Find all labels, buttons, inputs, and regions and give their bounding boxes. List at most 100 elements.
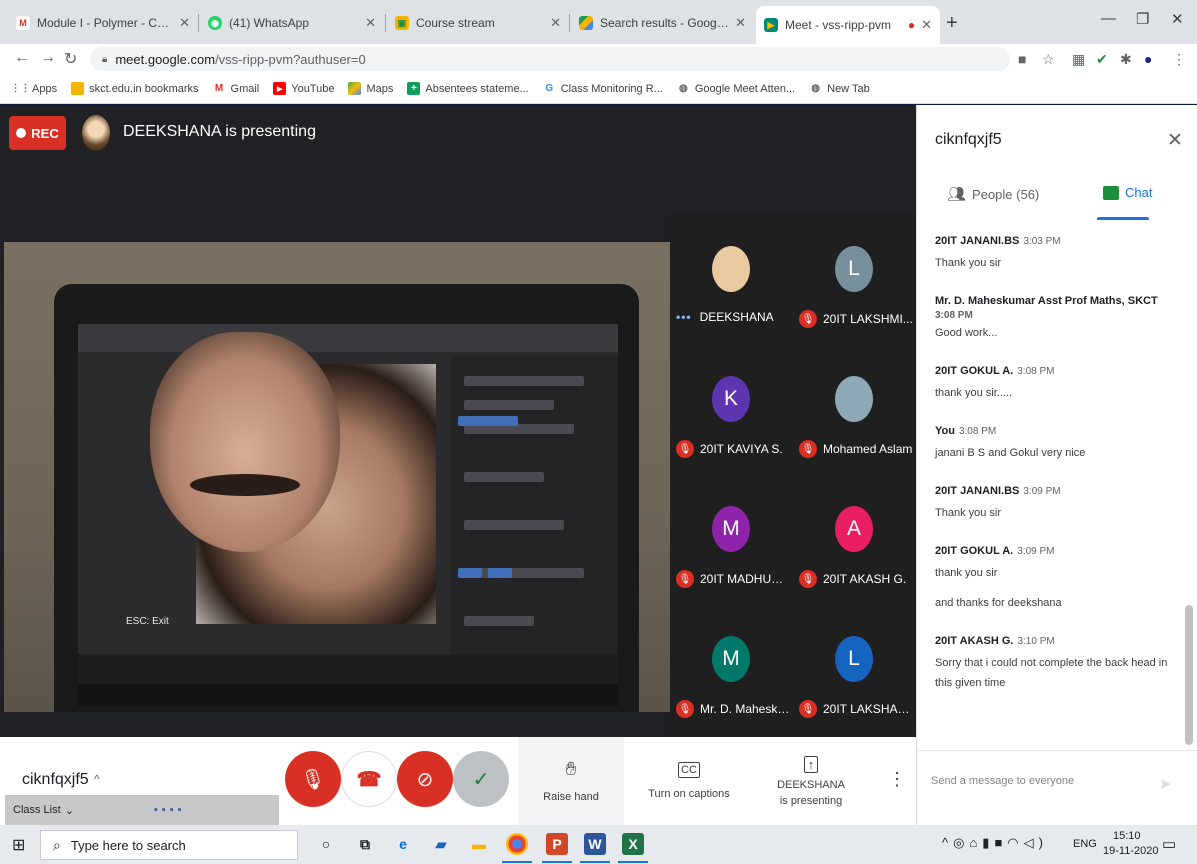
bookmark-youtube[interactable]: ▶ YouTube <box>273 82 334 95</box>
chevron-up-icon[interactable]: ^ <box>94 772 100 786</box>
close-icon[interactable]: ✕ <box>365 15 376 31</box>
panel-close-icon[interactable]: ✕ <box>1167 129 1183 152</box>
powerpoint-icon[interactable]: P <box>546 833 568 855</box>
bookmark-meet-attendance[interactable]: ◍ Google Meet Atten... <box>677 82 795 95</box>
avatar: L <box>835 246 873 292</box>
forward-arrow-icon[interactable]: → <box>40 49 56 67</box>
window-close-icon[interactable]: ✕ <box>1171 10 1184 28</box>
grid-extension-icon[interactable]: ▦ <box>1072 51 1085 68</box>
chat-sender: 20IT AKASH G. <box>935 635 1014 647</box>
chat-time: 3:08 PM <box>935 310 973 321</box>
presenting-button[interactable]: ↑ DEEKSHANA is presenting <box>764 737 858 825</box>
bookmark-skct[interactable]: skct.edu.in bookmarks <box>71 82 199 95</box>
participant-tile[interactable]: L 🎙︎ 20IT LAKSHMI... <box>793 212 916 342</box>
tab-whatsapp[interactable]: ◉ (41) WhatsApp ✕ <box>200 8 384 38</box>
raise-hand-button[interactable]: ✋︎ Raise hand <box>518 737 624 825</box>
close-icon[interactable]: ✕ <box>921 17 932 33</box>
taskbar-search-input[interactable]: ⌕ Type here to search <box>40 830 298 860</box>
tab-title: Meet - vss-ripp-pvm <box>785 18 892 32</box>
cortana-icon[interactable]: ○ <box>315 833 337 855</box>
laptop-frame <box>54 284 639 712</box>
participant-name-row: 🎙︎ 20IT AKASH G. <box>799 570 915 588</box>
chrome-menu-icon[interactable]: ⋮ <box>1172 51 1186 68</box>
hand-icon: ✋︎ <box>565 759 577 780</box>
close-icon[interactable]: ✕ <box>179 15 190 31</box>
maximize-icon[interactable]: ❐ <box>1136 10 1149 28</box>
bookmark-new-tab[interactable]: ◍ New Tab <box>809 82 869 95</box>
store-icon[interactable]: ▰ <box>430 833 452 855</box>
participant-tile[interactable]: M 🎙︎ 20IT MADHUMI... <box>670 472 793 602</box>
mic-toggle-button[interactable]: 🎙︎ <box>285 751 341 807</box>
reload-icon[interactable]: ↻ <box>64 49 77 69</box>
laptop-taskbar <box>78 684 618 706</box>
tab-chat[interactable]: Chat <box>1103 185 1152 200</box>
tab-drive[interactable]: Search results - Google Drive ✕ <box>571 8 754 38</box>
participant-name-row: 🎙︎ Mr. D. Mahesku... <box>676 700 792 718</box>
chat-message: 20IT GOKUL A. 3:09 PM thank you sir <box>935 545 1183 583</box>
chat-scrollbar[interactable] <box>1185 605 1193 745</box>
clock-date[interactable]: 19-11-2020 <box>1103 845 1158 857</box>
puzzle-icon[interactable]: ✱ <box>1120 51 1132 68</box>
language-indicator[interactable]: ENG <box>1073 838 1097 850</box>
sheets-icon: + <box>407 82 421 95</box>
leave-call-button[interactable]: ☎︎ <box>341 751 397 807</box>
meet-stage: REC DEEKSHANA is presenting ESC: Exit ••… <box>0 105 916 737</box>
edge-icon[interactable]: e <box>392 833 414 855</box>
bookmark-apps[interactable]: ⋮⋮ Apps <box>11 82 58 95</box>
back-arrow-icon[interactable]: ← <box>14 49 30 67</box>
checkmark-extension-icon[interactable]: ✔ <box>1096 51 1108 68</box>
profile-avatar[interactable]: ● <box>1144 51 1152 67</box>
windows-start-icon[interactable]: ⊞ <box>12 835 25 855</box>
tab-people[interactable]: 👥︎ People (56) <box>947 185 1039 203</box>
participant-tile[interactable]: A 🎙︎ 20IT AKASH G. <box>793 472 916 602</box>
tab-title: Course stream <box>416 16 495 30</box>
bookmark-absentees[interactable]: + Absentees stateme... <box>407 82 529 95</box>
meeting-details-toggle[interactable]: ciknfqxjf5 <box>22 771 89 789</box>
present-screen-icon: ↑ <box>803 755 819 773</box>
participant-tile[interactable]: M 🎙︎ Mr. D. Mahesku... <box>670 602 793 732</box>
camera-icon[interactable]: ■ <box>1018 51 1026 67</box>
close-icon[interactable]: ✕ <box>550 15 561 31</box>
chat-message-header: 20IT GOKUL A. 3:09 PM <box>935 545 1183 557</box>
bookmark-class-monitoring[interactable]: G Class Monitoring R... <box>543 82 662 95</box>
participant-tile[interactable]: L 🎙︎ 20IT LAKSHAN... <box>793 602 916 732</box>
url-field[interactable]: 🔒︎ meet.google.com /vss-ripp-pvm?authuse… <box>90 47 1010 71</box>
panel-button <box>458 416 518 426</box>
whatsapp-icon: ◉ <box>208 16 222 30</box>
running-indicator <box>502 861 532 863</box>
star-icon[interactable]: ☆ <box>1042 51 1055 68</box>
extension-check-button[interactable]: ✓ <box>453 751 509 807</box>
participant-tile[interactable]: ••• DEEKSHANA <box>670 212 793 342</box>
camera-toggle-button[interactable]: ⊘ <box>397 751 453 807</box>
participant-name: 20IT AKASH G. <box>823 572 907 586</box>
chat-input[interactable]: Send a message to everyone <box>931 775 1074 787</box>
presentation-video: ESC: Exit <box>4 242 671 712</box>
word-icon[interactable]: W <box>584 833 606 855</box>
chat-message-header: 20IT JANANI.BS 3:03 PM <box>935 235 1183 247</box>
notification-center-icon[interactable]: ▭ <box>1162 835 1176 853</box>
maps-icon <box>348 82 362 95</box>
tab-gmail-module[interactable]: M Module I - Polymer - Corrected f ✕ <box>8 8 198 38</box>
minimize-icon[interactable]: — <box>1101 10 1116 27</box>
captions-button[interactable]: CC Turn on captions <box>630 737 748 825</box>
participant-tile[interactable]: 🎙︎ Mohamed Aslam <box>793 342 916 472</box>
clock-time[interactable]: 15:10 <box>1113 830 1141 842</box>
file-explorer-icon[interactable]: ▬ <box>468 833 490 855</box>
task-view-icon[interactable]: ⧉ <box>354 833 376 855</box>
bookmark-gmail[interactable]: M Gmail <box>213 82 259 95</box>
more-options-icon[interactable]: ⋮ <box>888 769 906 790</box>
bookmark-maps[interactable]: Maps <box>348 82 393 95</box>
system-tray-icons[interactable]: ^◎⌂▮■◠◁) <box>942 835 1048 851</box>
new-tab-button[interactable]: + <box>946 12 958 35</box>
excel-icon[interactable]: X <box>622 833 644 855</box>
participant-tile[interactable]: K 🎙︎ 20IT KAVIYA S. <box>670 342 793 472</box>
gmail-icon: M <box>16 16 30 30</box>
mic-muted-icon: 🎙︎ <box>676 570 694 588</box>
tab-classroom[interactable]: ▣ Course stream ✕ <box>387 8 569 38</box>
send-icon[interactable]: ➤ <box>1159 775 1172 793</box>
tab-meet[interactable]: ▶ Meet - vss-ripp-pvm ● ✕ <box>756 6 940 44</box>
class-list-toolbar[interactable]: Class List ⌄ ▪▪▪▪ <box>5 795 279 825</box>
chrome-icon[interactable] <box>506 833 528 855</box>
close-icon[interactable]: ✕ <box>735 15 746 31</box>
people-icon: 👥︎ <box>947 186 967 203</box>
